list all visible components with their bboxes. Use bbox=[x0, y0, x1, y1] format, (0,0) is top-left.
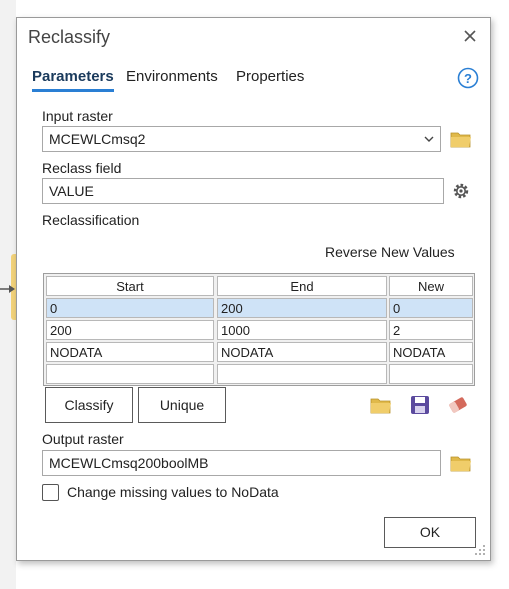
column-header-end: End bbox=[217, 276, 387, 296]
input-raster-value: MCEWLCmsq2 bbox=[49, 131, 146, 147]
folder-icon[interactable] bbox=[450, 129, 472, 149]
column-header-new: New bbox=[389, 276, 473, 296]
tab-environments[interactable]: Environments bbox=[126, 68, 218, 85]
active-tab-indicator bbox=[32, 89, 114, 92]
gear-icon[interactable] bbox=[450, 181, 472, 201]
table-cell-new[interactable]: 0 bbox=[389, 298, 473, 318]
folder-icon[interactable] bbox=[450, 453, 472, 473]
table-cell-end[interactable]: NODATA bbox=[217, 342, 387, 362]
reclass-field-label: Reclass field bbox=[42, 160, 122, 176]
help-icon[interactable]: ? bbox=[457, 67, 479, 89]
table-cell-start[interactable]: NODATA bbox=[46, 342, 214, 362]
dialog-title: Reclassify bbox=[28, 27, 111, 47]
eraser-icon[interactable] bbox=[447, 395, 469, 415]
classify-button[interactable]: Classify bbox=[45, 387, 133, 423]
input-raster-dropdown[interactable]: MCEWLCmsq2 bbox=[42, 126, 441, 152]
output-raster-input[interactable]: MCEWLCmsq200boolMB bbox=[42, 450, 441, 476]
table-cell-start[interactable]: 0 bbox=[46, 298, 214, 318]
close-icon[interactable] bbox=[460, 26, 480, 46]
table-cell-start[interactable] bbox=[46, 364, 214, 384]
table-cell-end[interactable]: 1000 bbox=[217, 320, 387, 340]
table-cell-end[interactable]: 200 bbox=[217, 298, 387, 318]
table-cell-new[interactable]: 2 bbox=[389, 320, 473, 340]
svg-text:?: ? bbox=[464, 71, 472, 86]
reverse-new-values-link[interactable]: Reverse New Values bbox=[325, 244, 455, 260]
output-raster-label: Output raster bbox=[42, 431, 124, 447]
input-raster-label: Input raster bbox=[42, 108, 113, 124]
missing-values-label: Change missing values to NoData bbox=[67, 484, 279, 500]
table-cell-end[interactable] bbox=[217, 364, 387, 384]
unique-button[interactable]: Unique bbox=[138, 387, 226, 423]
reclassify-dialog: Reclassify Parameters Environments Prope… bbox=[16, 17, 491, 561]
missing-values-checkbox[interactable] bbox=[42, 484, 59, 501]
resize-grip-icon[interactable] bbox=[474, 544, 486, 556]
reclassification-label: Reclassification bbox=[42, 212, 140, 228]
reclass-field-value: VALUE bbox=[49, 183, 94, 199]
save-icon[interactable] bbox=[409, 395, 431, 415]
column-header-start: Start bbox=[46, 276, 214, 296]
ok-button[interactable]: OK bbox=[384, 517, 476, 548]
output-raster-value: MCEWLCmsq200boolMB bbox=[49, 455, 209, 471]
tab-properties[interactable]: Properties bbox=[236, 68, 304, 85]
load-folder-icon[interactable] bbox=[370, 395, 392, 415]
connector-arrow-icon bbox=[0, 285, 15, 293]
table-cell-new[interactable] bbox=[389, 364, 473, 384]
tab-parameters[interactable]: Parameters bbox=[32, 68, 114, 85]
chevron-down-icon bbox=[424, 136, 434, 142]
reclass-table: Start End New 0 200 0 200 1000 2 NODATA … bbox=[43, 273, 475, 386]
table-cell-new[interactable]: NODATA bbox=[389, 342, 473, 362]
reclass-field-dropdown[interactable]: VALUE bbox=[42, 178, 444, 204]
table-cell-start[interactable]: 200 bbox=[46, 320, 214, 340]
